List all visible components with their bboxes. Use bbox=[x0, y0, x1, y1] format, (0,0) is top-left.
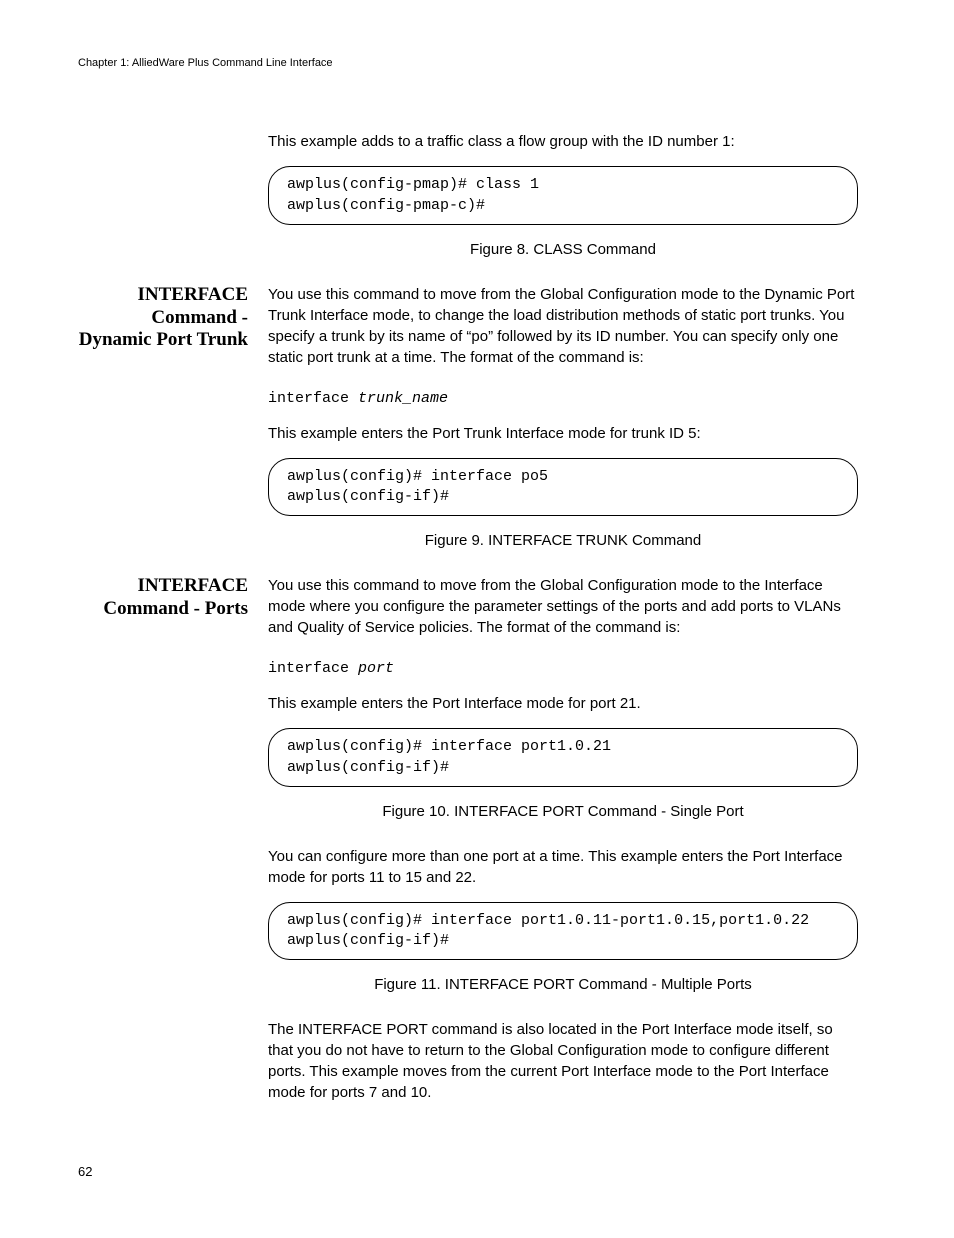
page-header: Chapter 1: AlliedWare Plus Command Line … bbox=[78, 56, 858, 71]
section1-para2: This example enters the Port Trunk Inter… bbox=[268, 423, 858, 444]
figure-11-caption: Figure 11. INTERFACE PORT Command - Mult… bbox=[268, 974, 858, 995]
section-heading-dynamic-port-trunk: INTERFACE Command - Dynamic Port Trunk bbox=[78, 284, 268, 352]
section2-para4: The INTERFACE PORT command is also locat… bbox=[268, 1019, 858, 1103]
section2-command-syntax: interface port bbox=[268, 658, 858, 679]
code-box-single-port: awplus(config)# interface port1.0.21 awp… bbox=[268, 728, 858, 787]
section2-para1: You use this command to move from the Gl… bbox=[268, 575, 858, 638]
page-number: 62 bbox=[78, 1163, 858, 1181]
section1-command-syntax: interface trunk_name bbox=[268, 388, 858, 409]
figure-8-caption: Figure 8. CLASS Command bbox=[268, 239, 858, 260]
code-box-trunk: awplus(config)# interface po5 awplus(con… bbox=[268, 458, 858, 517]
code-box-class: awplus(config-pmap)# class 1 awplus(conf… bbox=[268, 166, 858, 225]
section-heading-ports: INTERFACE Command - Ports bbox=[78, 575, 268, 621]
section2-para2: This example enters the Port Interface m… bbox=[268, 693, 858, 714]
code-box-multi-port: awplus(config)# interface port1.0.11-por… bbox=[268, 902, 858, 961]
figure-10-caption: Figure 10. INTERFACE PORT Command - Sing… bbox=[268, 801, 858, 822]
figure-9-caption: Figure 9. INTERFACE TRUNK Command bbox=[268, 530, 858, 551]
section2-para3: You can configure more than one port at … bbox=[268, 846, 858, 888]
section1-para1: You use this command to move from the Gl… bbox=[268, 284, 858, 368]
intro-paragraph: This example adds to a traffic class a f… bbox=[268, 131, 858, 152]
